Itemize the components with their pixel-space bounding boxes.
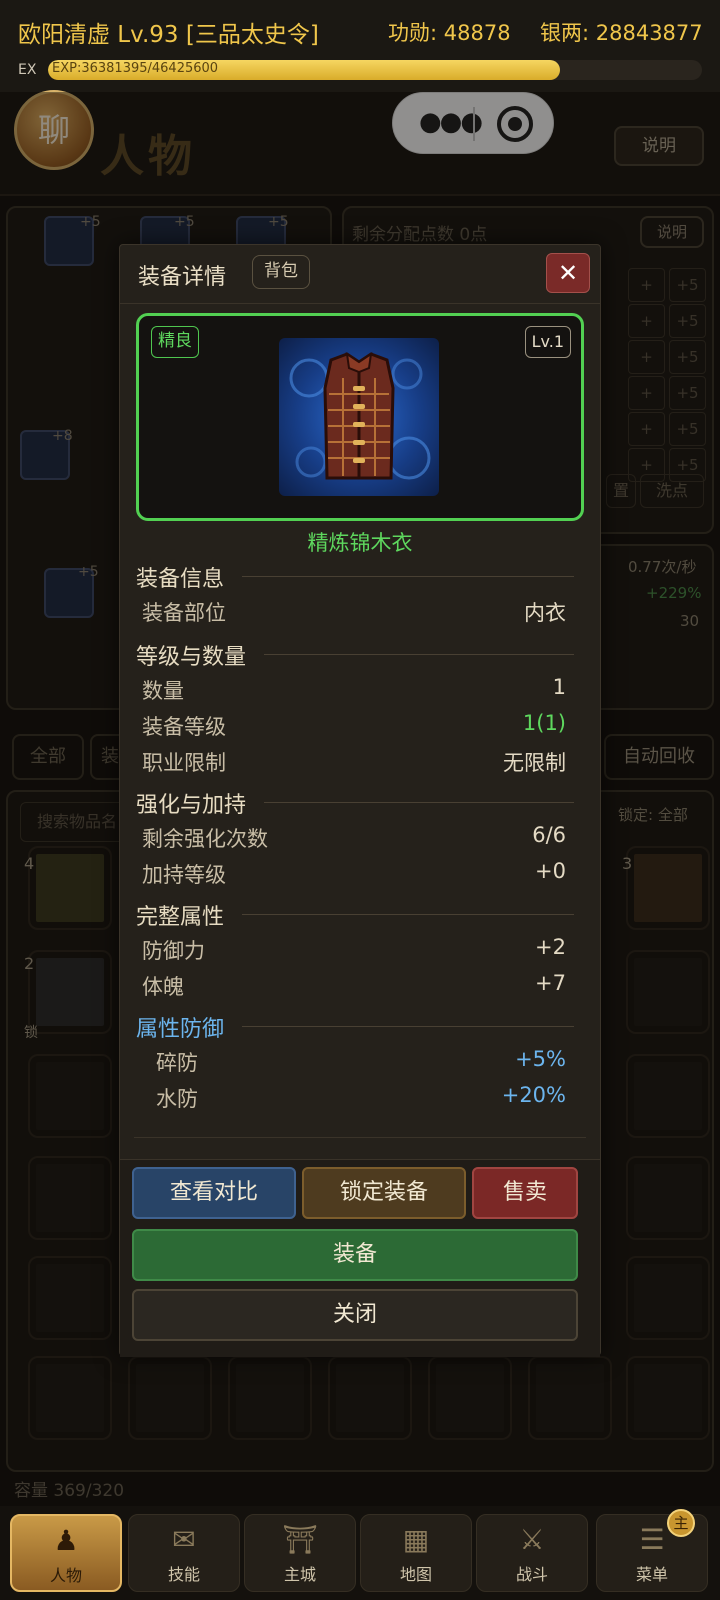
notification-badge: 主 [667,1509,695,1537]
equipment-detail-dialog: 装备详情 背包 ✕ 精良 Lv.1 精炼锦木衣 装备信息 装备部位 内衣 等级与… [119,244,601,1357]
equip-level-value: 1(1) [522,711,566,735]
section-divider [242,914,574,915]
merit-value: 功勋: 48878 [388,21,511,45]
nav-map[interactable]: ▦ 地图 [360,1514,472,1592]
skill-scroll-icon: ✉ [172,1523,196,1556]
nav-city[interactable]: ⛩ 主城 [244,1514,356,1592]
section-equipment-info: 装备信息 [136,567,225,592]
nav-battle[interactable]: ⚔ 战斗 [476,1514,588,1592]
vest-armor-icon [279,338,439,496]
item-name: 精炼锦木衣 [307,531,413,555]
nav-menu[interactable]: ☰ 菜单 主 [596,1509,708,1592]
nav-label: 人物 [49,1566,82,1585]
crush-defense-value: +5% [515,1047,566,1071]
job-restriction-label: 职业限制 [142,751,226,775]
character-icon: ♟ [53,1524,79,1557]
exp-bar: EXP:36381395/46425600 [48,60,702,80]
nav-label: 技能 [167,1565,200,1584]
crossed-swords-icon: ⚔ [519,1523,545,1556]
exp-text: EXP:36381395/46425600 [52,61,219,76]
equip-button[interactable]: 装备 [132,1229,578,1281]
blessing-level-label: 加持等级 [142,863,226,887]
compare-button[interactable]: 查看对比 [132,1167,296,1219]
nav-label: 战斗 [515,1565,548,1584]
quality-badge: 精良 [151,326,199,358]
physique-label: 体魄 [142,975,184,999]
defense-value: +2 [535,935,566,959]
exp-label: EX [18,62,37,78]
dialog-title: 装备详情 [138,265,227,290]
section-full-attributes: 完整属性 [136,905,225,930]
location-tag: 背包 [252,255,310,289]
map-icon: ▦ [402,1523,430,1556]
section-divider [242,576,574,577]
slot-value: 内衣 [524,601,566,625]
physique-value: +7 [535,971,566,995]
list-divider [134,1137,586,1138]
player-name-level: 欧阳清虚 Lv.93 [三品太史令] [18,22,319,48]
defense-label: 防御力 [142,939,205,963]
enhance-remaining-label: 剩余强化次数 [142,827,268,851]
blessing-level-value: +0 [535,859,566,883]
level-badge: Lv.1 [524,326,571,358]
section-divider [264,654,574,655]
water-defense-value: +20% [501,1083,566,1107]
nav-label: 主城 [283,1565,316,1584]
slot-label: 装备部位 [142,601,226,625]
section-divider [264,802,574,803]
nav-label: 地图 [399,1565,432,1584]
section-level-quantity: 等级与数量 [136,645,247,670]
nav-character[interactable]: ♟ 人物 [10,1514,122,1592]
title-divider [120,303,600,304]
status-bar: 欧阳清虚 Lv.93 [三品太史令] 功勋: 48878 银两: 2884387… [0,0,720,92]
job-restriction-value: 无限制 [503,751,566,775]
nav-label: 菜单 [635,1565,668,1584]
enhance-remaining-value: 6/6 [532,823,566,847]
lock-equipment-button[interactable]: 锁定装备 [302,1167,466,1219]
menu-icon: ☰ [639,1523,665,1556]
close-icon[interactable]: ✕ [546,253,590,293]
quantity-value: 1 [552,675,566,699]
equip-level-label: 装备等级 [142,715,226,739]
crush-defense-label: 碎防 [156,1051,198,1075]
water-defense-label: 水防 [156,1087,198,1111]
nav-skill[interactable]: ✉ 技能 [128,1514,240,1592]
section-attribute-defense: 属性防御 [136,1017,225,1042]
city-icon: ⛩ [282,1523,318,1556]
quantity-label: 数量 [142,679,184,703]
sell-button[interactable]: 售卖 [472,1167,578,1219]
section-enhance: 强化与加持 [136,793,247,818]
item-preview-card: 精良 Lv.1 [136,313,584,521]
close-button[interactable]: 关闭 [132,1289,578,1341]
section-divider [242,1026,574,1027]
silver-value: 银两: 28843877 [540,21,703,45]
